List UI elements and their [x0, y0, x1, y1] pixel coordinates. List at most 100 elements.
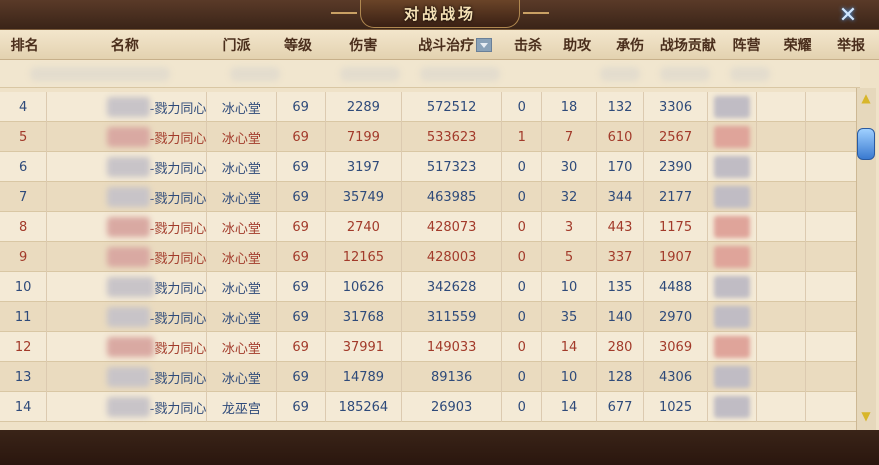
scroll-up-arrow-icon[interactable]: ▲ [859, 92, 873, 104]
cell-faction [708, 182, 758, 212]
player-name-suffix: -戮力同心 [149, 311, 207, 327]
cell-assists: 30 [542, 152, 597, 182]
cell-assists: 10 [542, 362, 597, 392]
cell-name: -戮力同心 [47, 242, 208, 272]
cell-contribution: 1907 [644, 242, 708, 272]
col-header-rank[interactable]: 排名 [0, 30, 49, 60]
cell-damage: 37991 [326, 332, 403, 362]
stats-table-body: 4 -戮力同心 冰心堂 69 2289 572512 0 18 132 3306 5 -戮力同心 冰心堂… [0, 92, 860, 422]
cell-contribution: 1025 [644, 392, 708, 422]
col-header-school[interactable]: 门派 [201, 30, 273, 60]
col-header-honor[interactable]: 荣耀 [772, 30, 823, 60]
player-name-suffix: -戮力同心 [149, 191, 207, 207]
cell-damage: 7199 [326, 122, 403, 152]
cell-kills: 0 [502, 362, 543, 392]
cell-contribution: 2970 [644, 302, 708, 332]
cell-kills: 0 [502, 392, 543, 422]
window-footer [0, 430, 879, 465]
cell-level: 69 [277, 212, 326, 242]
cell-heal: 572512 [402, 92, 503, 122]
col-header-taken[interactable]: 承伤 [606, 30, 655, 60]
col-header-level[interactable]: 等级 [273, 30, 324, 60]
cell-damage: 12165 [326, 242, 403, 272]
col-header-kills[interactable]: 击杀 [507, 30, 549, 60]
col-header-faction[interactable]: 阵营 [721, 30, 772, 60]
cell-honor [757, 122, 807, 152]
player-name-suffix: -戮力同心 [149, 221, 207, 237]
cell-rank: 10 [0, 272, 48, 302]
cell-faction [708, 92, 758, 122]
cell-taken: 128 [597, 362, 645, 392]
player-name-redacted [107, 247, 150, 267]
player-name-suffix: -戮力同心 [149, 251, 207, 267]
cell-name: 戮力同心 [47, 332, 208, 362]
faction-icon [714, 276, 750, 298]
player-name-redacted [107, 337, 155, 357]
cell-kills: 0 [502, 302, 543, 332]
player-name-suffix: -戮力同心 [149, 161, 207, 177]
col-header-assists[interactable]: 助攻 [549, 30, 606, 60]
cell-honor [757, 392, 807, 422]
table-header: 排名 名称 门派 等级 伤害 战斗治疗 击杀 助攻 承伤 战场贡献 阵营 荣耀 … [0, 30, 879, 60]
cell-damage: 3197 [326, 152, 403, 182]
table-row[interactable]: 6 -戮力同心 冰心堂 69 3197 517323 0 30 170 2390 [0, 152, 860, 182]
table-row[interactable]: 13 -戮力同心 冰心堂 69 14789 89136 0 10 128 4306 [0, 362, 860, 392]
cell-assists: 3 [542, 212, 597, 242]
table-row[interactable]: 9 -戮力同心 冰心堂 69 12165 428003 0 5 337 1907 [0, 242, 860, 272]
cell-heal: 89136 [402, 362, 503, 392]
col-header-damage[interactable]: 伤害 [324, 30, 403, 60]
col-header-name[interactable]: 名称 [49, 30, 200, 60]
battle-stats-window: 对战战场 ✕ 排名 名称 门派 等级 伤害 战斗治疗 击杀 助攻 承伤 战场贡献… [0, 0, 879, 465]
cell-rank: 6 [0, 152, 48, 182]
cell-taken: 443 [597, 212, 645, 242]
cell-damage: 10626 [326, 272, 403, 302]
cell-school: 冰心堂 [207, 92, 277, 122]
cell-report [806, 332, 860, 362]
cell-school: 冰心堂 [207, 302, 277, 332]
col-header-report[interactable]: 举报 [823, 30, 879, 60]
cell-name: -戮力同心 [47, 152, 208, 182]
cell-level: 69 [277, 92, 326, 122]
cell-level: 69 [277, 392, 326, 422]
cell-heal: 311559 [402, 302, 503, 332]
faction-icon [714, 246, 750, 268]
cell-contribution: 3306 [644, 92, 708, 122]
table-row[interactable]: 4 -戮力同心 冰心堂 69 2289 572512 0 18 132 3306 [0, 92, 860, 122]
cell-assists: 32 [542, 182, 597, 212]
player-name-redacted [107, 217, 150, 237]
stats-panel: 排名 名称 门派 等级 伤害 战斗治疗 击杀 助攻 承伤 战场贡献 阵营 荣耀 … [0, 30, 879, 430]
table-row[interactable]: 14 -戮力同心 龙巫宫 69 185264 26903 0 14 677 1025 [0, 392, 860, 422]
cell-faction [708, 392, 758, 422]
blurred-row [0, 60, 860, 88]
scroll-thumb[interactable] [857, 128, 875, 160]
table-row[interactable]: 11 -戮力同心 冰心堂 69 31768 311559 0 35 140 2970 [0, 302, 860, 332]
table-row[interactable]: 10 戮力同心 冰心堂 69 10626 342628 0 10 135 4488 [0, 272, 860, 302]
cell-assists: 35 [542, 302, 597, 332]
cell-name: -戮力同心 [47, 302, 208, 332]
cell-taken: 344 [597, 182, 645, 212]
table-row[interactable]: 7 -戮力同心 冰心堂 69 35749 463985 0 32 344 2177 [0, 182, 860, 212]
player-name-redacted [107, 367, 150, 387]
col-header-heal[interactable]: 战斗治疗 [403, 30, 507, 60]
cell-heal: 342628 [402, 272, 503, 302]
cell-damage: 14789 [326, 362, 403, 392]
table-row[interactable]: 5 -戮力同心 冰心堂 69 7199 533623 1 7 610 2567 [0, 122, 860, 152]
cell-heal: 533623 [402, 122, 503, 152]
vertical-scrollbar[interactable]: ▲ ▼ [856, 88, 876, 430]
cell-taken: 280 [597, 332, 645, 362]
cell-taken: 610 [597, 122, 645, 152]
cell-school: 冰心堂 [207, 272, 277, 302]
cell-rank: 5 [0, 122, 48, 152]
cell-kills: 0 [502, 182, 543, 212]
table-row[interactable]: 8 -戮力同心 冰心堂 69 2740 428073 0 3 443 1175 [0, 212, 860, 242]
col-header-contribution[interactable]: 战场贡献 [655, 30, 721, 60]
scroll-down-arrow-icon[interactable]: ▼ [859, 410, 873, 422]
cell-kills: 0 [502, 272, 543, 302]
cell-contribution: 3069 [644, 332, 708, 362]
close-icon[interactable]: ✕ [836, 3, 860, 28]
cell-name: 戮力同心 [47, 272, 208, 302]
cell-kills: 0 [502, 332, 543, 362]
cell-contribution: 2567 [644, 122, 708, 152]
sort-descending-icon[interactable] [476, 38, 493, 52]
table-row[interactable]: 12 戮力同心 冰心堂 69 37991 149033 0 14 280 3069 [0, 332, 860, 362]
